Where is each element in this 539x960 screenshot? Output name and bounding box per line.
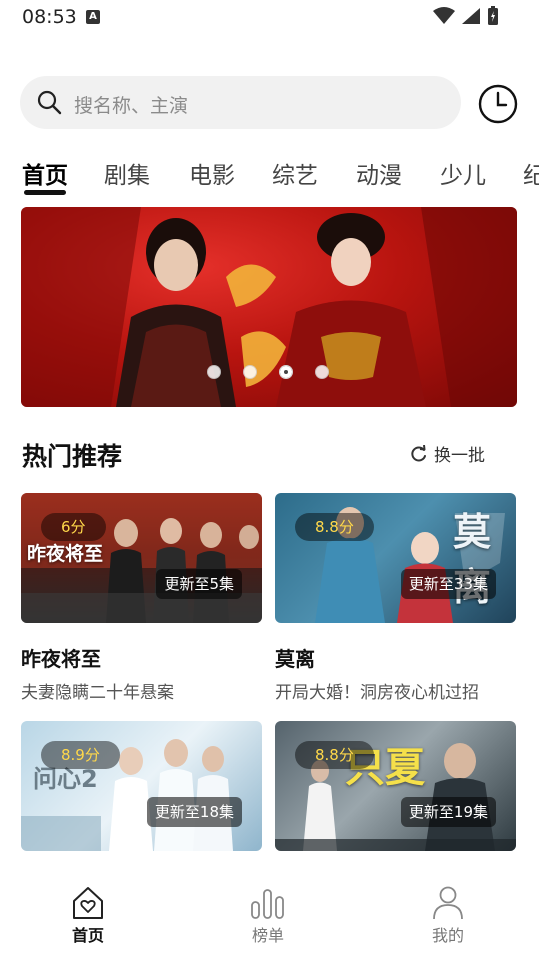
category-tabs: 首页 剧集 电影 综艺 动漫 少儿 纪 bbox=[0, 150, 539, 200]
tab-variety[interactable]: 综艺 bbox=[272, 156, 318, 190]
section-title: 热门推荐 bbox=[22, 442, 123, 471]
tab-home[interactable]: 首页 bbox=[22, 156, 68, 190]
ranking-bars-icon bbox=[251, 889, 284, 919]
banner-dot[interactable] bbox=[315, 365, 329, 379]
tab-indicator bbox=[24, 190, 66, 195]
person-icon bbox=[433, 886, 463, 920]
card-thumbnail[interactable]: 莫离 8.8分 更新至33集 bbox=[275, 493, 516, 623]
video-card[interactable]: 只夏 8.8分 更新至19集 bbox=[275, 721, 516, 851]
wifi-icon bbox=[433, 7, 455, 24]
status-bar: 08:53 A bbox=[0, 0, 539, 34]
card-description: 开局大婚！洞房夜心机过招 bbox=[275, 683, 479, 703]
score-badge: 6分 bbox=[41, 513, 106, 541]
episode-badge: 更新至33集 bbox=[400, 569, 496, 599]
episode-badge: 更新至19集 bbox=[400, 797, 496, 827]
nav-label: 我的 bbox=[431, 926, 464, 945]
signal-icon bbox=[462, 8, 480, 24]
banner-dot[interactable] bbox=[243, 365, 257, 379]
history-clock-icon[interactable] bbox=[478, 84, 518, 124]
search-placeholder: 搜名称、主演 bbox=[74, 95, 189, 117]
video-card[interactable]: 问心2 8.9分 更新至18集 bbox=[21, 721, 262, 851]
nav-profile[interactable]: 我的 bbox=[408, 886, 488, 946]
poster-title-text: 昨夜将至 bbox=[27, 543, 104, 565]
tab-kids[interactable]: 少儿 bbox=[440, 156, 486, 190]
status-icons bbox=[433, 6, 499, 26]
tab-documentary[interactable]: 纪 bbox=[523, 156, 539, 190]
refresh-button[interactable]: 换一批 bbox=[410, 441, 485, 466]
banner-dot[interactable] bbox=[207, 365, 221, 379]
video-card[interactable]: 昨夜将至 6分 更新至5集 昨夜将至 夫妻隐瞒二十年悬案 bbox=[21, 493, 262, 703]
episode-badge: 更新至5集 bbox=[156, 569, 242, 599]
banner-pagination[interactable] bbox=[207, 365, 329, 379]
nav-label: 首页 bbox=[71, 926, 104, 945]
home-heart-icon bbox=[73, 887, 103, 919]
battery-icon bbox=[488, 6, 498, 25]
tab-series[interactable]: 剧集 bbox=[104, 156, 150, 190]
card-thumbnail[interactable]: 问心2 8.9分 更新至18集 bbox=[21, 721, 262, 851]
card-thumbnail[interactable]: 昨夜将至 6分 更新至5集 bbox=[21, 493, 262, 623]
card-thumbnail[interactable]: 只夏 8.8分 更新至19集 bbox=[275, 721, 516, 851]
status-time: 08:53 bbox=[22, 6, 77, 28]
card-title[interactable]: 莫离 bbox=[275, 643, 516, 672]
tab-movies[interactable]: 电影 bbox=[189, 156, 235, 190]
score-badge: 8.9分 bbox=[41, 741, 120, 769]
notification-icon: A bbox=[86, 10, 100, 24]
search-icon bbox=[37, 90, 62, 115]
search-input[interactable]: 搜名称、主演 bbox=[20, 76, 461, 129]
refresh-icon bbox=[411, 444, 426, 461]
nav-ranking[interactable]: 榜单 bbox=[228, 886, 308, 946]
nav-label: 榜单 bbox=[251, 926, 284, 945]
score-badge: 8.8分 bbox=[295, 741, 374, 769]
episode-badge: 更新至18集 bbox=[146, 797, 242, 827]
nav-home[interactable]: 首页 bbox=[48, 886, 128, 946]
card-description: 夫妻隐瞒二十年悬案 bbox=[21, 683, 174, 703]
card-title[interactable]: 昨夜将至 bbox=[21, 643, 262, 672]
bottom-navigation: 首页 榜单 我的 bbox=[0, 876, 539, 960]
score-badge: 8.8分 bbox=[295, 513, 374, 541]
video-card[interactable]: 莫离 8.8分 更新至33集 莫离 开局大婚！洞房夜心机过招 bbox=[275, 493, 516, 703]
tab-anime[interactable]: 动漫 bbox=[356, 156, 402, 190]
refresh-label: 换一批 bbox=[434, 446, 485, 466]
hero-banner[interactable] bbox=[21, 207, 517, 407]
banner-dot-active[interactable] bbox=[279, 365, 293, 379]
